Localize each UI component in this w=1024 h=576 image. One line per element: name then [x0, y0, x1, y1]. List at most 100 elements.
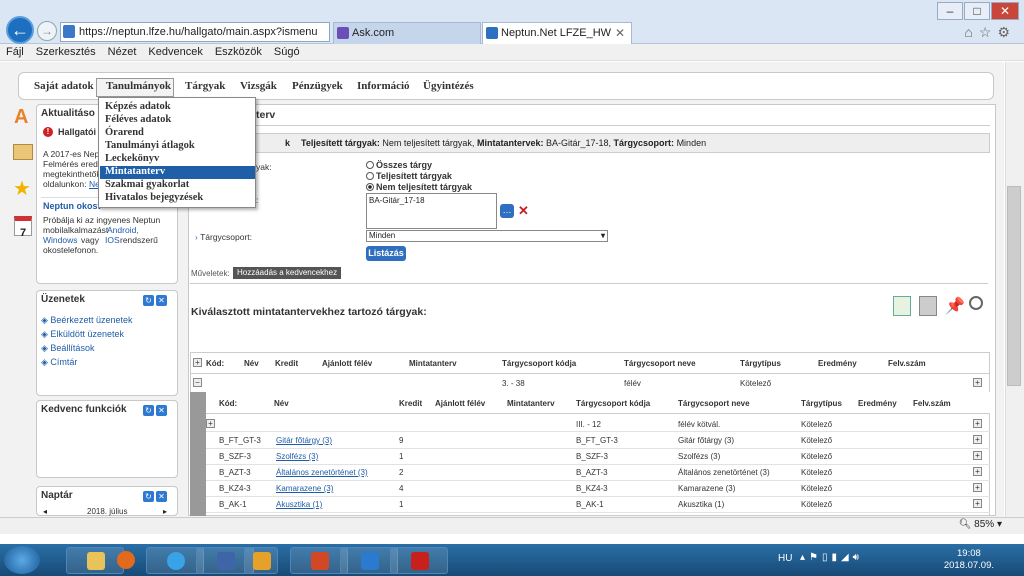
nav-informacio[interactable]: Információ [357, 80, 410, 92]
curriculum-item[interactable]: BA-Gitár_17-18 [369, 196, 425, 205]
home-icon[interactable]: ⌂ [964, 24, 978, 40]
address-bar[interactable]: https://neptun.lfze.hu/hallgato/main.asp… [60, 22, 330, 42]
nav-ugyintezes[interactable]: Ügyintézés [423, 80, 474, 92]
radio-circle[interactable] [366, 172, 374, 180]
minimize-button[interactable]: – [937, 2, 963, 20]
radio-circle[interactable] [366, 161, 374, 169]
menu-edit[interactable]: Szerkesztés [36, 44, 96, 60]
menu-file[interactable]: Fájl [6, 44, 24, 60]
col-header[interactable]: Kód: [219, 399, 237, 408]
subject-name-link[interactable]: Akusztika (1) [276, 500, 322, 509]
refresh-icon[interactable]: ↻ [143, 295, 154, 306]
col-header[interactable]: Név [244, 359, 259, 368]
dropdown-item[interactable]: Féléves adatok [105, 114, 171, 125]
nav-vizsgak[interactable]: Vizsgák [240, 80, 277, 92]
dropdown-item[interactable]: Leckekönyv [105, 153, 159, 164]
dropdown-item[interactable]: Hivatalos bejegyzések [105, 192, 203, 203]
refresh-icon[interactable]: ↻ [143, 405, 154, 416]
col-header[interactable]: Felv.szám [888, 359, 926, 368]
row-add-icon[interactable]: + [973, 483, 982, 492]
dropdown-item[interactable]: Szakmai gyakorlat [105, 179, 189, 190]
col-header[interactable]: Eredmény [858, 399, 897, 408]
curriculum-list[interactable]: BA-Gitár_17-18 [366, 193, 497, 229]
maximize-button[interactable]: □ [964, 2, 990, 20]
col-header[interactable]: Felv.szám [913, 399, 951, 408]
row-add-icon[interactable]: + [973, 451, 982, 460]
nav-penzugyek[interactable]: Pénzügyek [292, 80, 343, 92]
close-icon[interactable]: ✕ [156, 491, 167, 502]
subject-name-link[interactable]: Gitár főtárgy (3) [276, 436, 332, 445]
subject-name-link[interactable]: Szolfézs (3) [276, 452, 318, 461]
row-add-icon[interactable]: + [973, 467, 982, 476]
taskbar-media[interactable] [244, 547, 278, 574]
row-add-icon[interactable]: + [973, 419, 982, 428]
zoom-level[interactable]: 🔍︎ 85% ▾ [959, 519, 1002, 530]
col-header[interactable]: Kód: [206, 359, 224, 368]
start-button[interactable] [4, 546, 40, 574]
col-header[interactable]: Név [274, 399, 289, 408]
col-header[interactable]: Tárgycsoport kódja [502, 359, 576, 368]
prev-month-icon[interactable]: ◂ [43, 507, 47, 516]
col-header[interactable]: Kredit [399, 399, 422, 408]
collapse-icon[interactable]: − [193, 378, 202, 387]
browse-button[interactable]: … [500, 204, 514, 218]
radio-circle-selected[interactable] [366, 183, 374, 191]
star-icon[interactable]: ☆ [979, 24, 998, 40]
radio-completed[interactable]: Teljesített tárgyak [366, 171, 452, 181]
radio-not-completed[interactable]: Nem teljesített tárgyak [366, 182, 472, 192]
add-favorite-button[interactable]: Hozzáadás a kedvencekhez [233, 267, 342, 279]
calendar-icon[interactable]: 7 [14, 216, 32, 239]
row-add-icon[interactable]: + [973, 435, 982, 444]
col-header[interactable]: Tárgycsoport kódja [576, 399, 650, 408]
inbox-link[interactable]: ◈ Beérkezett üzenetek [41, 315, 132, 326]
search-icon[interactable] [969, 296, 983, 310]
close-button[interactable]: ✕ [991, 2, 1019, 20]
subject-name-link[interactable]: Általános zenetörténet (3) [276, 468, 368, 477]
tray-icons[interactable]: ▴⚑▯▮◢🔊︎ [800, 552, 863, 563]
nav-targyak[interactable]: Tárgyak [185, 80, 225, 92]
col-header[interactable]: Eredmény [818, 359, 857, 368]
dropdown-item[interactable]: Tanulmányi átlagok [105, 140, 195, 151]
tab-ask[interactable]: Ask.com [333, 22, 481, 44]
row-add-icon[interactable]: + [973, 499, 982, 508]
back-arrow-icon[interactable]: ← [6, 16, 34, 44]
gear-icon[interactable]: ⚙ [997, 24, 1016, 40]
envelope-icon[interactable] [13, 144, 33, 160]
menu-tools[interactable]: Eszközök [215, 44, 262, 60]
settings-link[interactable]: ◈ Beállítások [41, 343, 94, 354]
menu-favorites[interactable]: Kedvencek [148, 44, 202, 60]
dropdown-item[interactable]: Órarend [105, 127, 144, 138]
taskbar-acrobat[interactable] [390, 547, 448, 574]
dropdown-item[interactable]: Mintatanterv [105, 166, 165, 177]
row-add-icon[interactable]: + [973, 378, 982, 387]
close-icon[interactable]: ✕ [156, 295, 167, 306]
nav-sajat-adatok[interactable]: Saját adatok [34, 80, 94, 92]
expand-all-icon[interactable]: + [193, 358, 202, 367]
next-month-icon[interactable]: ▸ [163, 507, 167, 516]
close-tab-icon[interactable]: ✕ [615, 23, 625, 43]
tab-neptun[interactable]: Neptun.Net LFZE_HW ✕ [482, 22, 632, 44]
menu-help[interactable]: Súgó [274, 44, 300, 60]
news-alert-title[interactable]: Hallgatói [58, 127, 96, 137]
ios-link[interactable]: IOS [105, 235, 120, 246]
menu-view[interactable]: Nézet [108, 44, 137, 60]
taskbar-firefox[interactable] [97, 547, 151, 574]
directory-link[interactable]: ◈ Címtár [41, 357, 77, 368]
language-indicator[interactable]: HU [778, 553, 792, 564]
font-size-icon[interactable]: A [14, 106, 28, 129]
col-header[interactable]: Mintatanterv [507, 399, 555, 408]
nav-tanulmanyok[interactable]: Tanulmányok [106, 80, 171, 92]
col-header[interactable]: Ajánlott félév [322, 359, 372, 368]
col-header[interactable]: Tárgycsoport neve [624, 359, 696, 368]
close-icon[interactable]: ✕ [156, 405, 167, 416]
col-header[interactable]: Mintatanterv [409, 359, 457, 368]
col-header[interactable]: Tárgycsoport neve [678, 399, 750, 408]
forward-arrow-icon[interactable]: → [37, 21, 57, 41]
col-header[interactable]: Ajánlott félév [435, 399, 485, 408]
list-button[interactable]: Listázás [366, 246, 406, 261]
excel-icon[interactable] [893, 296, 911, 316]
dropdown-item[interactable]: Képzés adatok [105, 101, 171, 112]
col-header[interactable]: Kredit [275, 359, 298, 368]
clock[interactable]: 19:08 2018.07.09. [944, 548, 994, 572]
col-header[interactable]: Tárgytípus [801, 399, 842, 408]
